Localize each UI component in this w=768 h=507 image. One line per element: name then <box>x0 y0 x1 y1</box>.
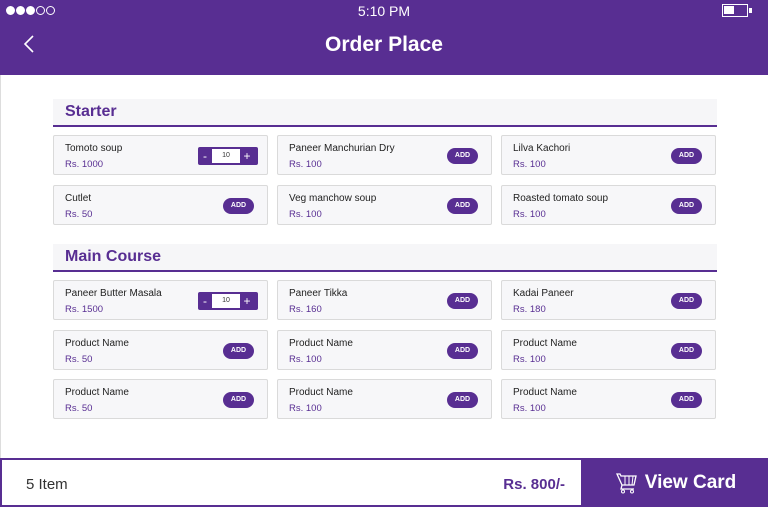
increment-button[interactable]: + <box>240 147 254 165</box>
item-price: Rs. 180 <box>513 304 546 315</box>
add-button[interactable]: ADD <box>447 343 478 359</box>
item-price: Rs. 100 <box>513 159 546 170</box>
item-name: Kadai Paneer <box>513 288 574 299</box>
menu-item-card: Veg manchow soup Rs. 100 ADD <box>277 185 492 225</box>
item-price: Rs. 100 <box>513 209 546 220</box>
menu-item-card: Tomoto soupRs. 1000-+ <box>53 135 268 175</box>
add-button[interactable]: ADD <box>447 392 478 408</box>
item-name: Lilva Kachori <box>513 143 571 154</box>
item-price: Rs. 160 <box>289 304 322 315</box>
menu-content: Starter Main Course Tomoto soup Rs. 1000 -… <box>0 75 768 458</box>
app-header: 5:10 PM Order Place <box>0 0 768 75</box>
item-price: Rs. 100 <box>289 209 322 220</box>
menu-item-card: Paneer Tikka Rs. 160 ADD <box>277 280 492 320</box>
item-name: Cutlet <box>65 193 92 204</box>
item-name: Roasted tomato soup <box>513 193 609 204</box>
item-name: Product Name <box>513 338 577 349</box>
add-button[interactable]: ADD <box>223 343 254 359</box>
item-price: Rs. 50 <box>65 209 93 220</box>
item-price: Rs. 100 <box>513 403 546 414</box>
item-name: Veg manchow soup <box>289 193 377 204</box>
section-main-course: Main Course <box>53 244 717 272</box>
menu-item-card: Product Name Rs. 50 ADD <box>53 379 268 419</box>
cart-icon <box>615 472 637 493</box>
section-title: Starter <box>53 99 717 127</box>
view-card-button[interactable]: View Card <box>583 458 768 507</box>
item-price: Rs. 50 <box>65 403 93 414</box>
section-title: Main Course <box>53 244 717 272</box>
status-bar: 5:10 PM <box>0 0 768 22</box>
add-button[interactable]: ADD <box>671 392 702 408</box>
add-button[interactable]: ADD <box>447 293 478 309</box>
menu-item-card: Cutlet Rs. 50 ADD <box>53 185 268 225</box>
quantity-input[interactable] <box>212 294 240 308</box>
add-button[interactable]: ADD <box>223 198 254 214</box>
quantity-stepper: -+ <box>198 292 258 310</box>
item-name: Paneer Tikka <box>289 288 348 299</box>
battery-icon <box>722 4 752 17</box>
item-price: Rs. 100 <box>289 403 322 414</box>
quantity-stepper: -+ <box>198 147 258 165</box>
decrement-button[interactable]: - <box>198 292 212 310</box>
add-button[interactable]: ADD <box>671 293 702 309</box>
item-name: Tomoto soup <box>65 143 123 154</box>
cart-total: Rs. 800/- <box>503 476 565 493</box>
view-card-label: View Card <box>644 471 737 493</box>
page-title: Order Place <box>325 33 443 56</box>
menu-item-card: Product Name Rs. 100 ADD <box>277 330 492 370</box>
item-name: Product Name <box>65 338 129 349</box>
status-time: 5:10 PM <box>357 3 411 19</box>
decrement-button[interactable]: - <box>198 147 212 165</box>
menu-item-card: Product Name Rs. 50 ADD <box>53 330 268 370</box>
add-button[interactable]: ADD <box>671 343 702 359</box>
item-price: Rs. 100 <box>513 354 546 365</box>
item-name: Paneer Manchurian Dry <box>289 143 395 154</box>
item-name: Product Name <box>289 338 353 349</box>
item-price: Rs. 100 <box>289 159 322 170</box>
item-price: Rs. 1500 <box>65 304 104 315</box>
item-price: Rs. 1000 <box>65 159 104 170</box>
quantity-input[interactable] <box>212 149 240 163</box>
add-button[interactable]: ADD <box>447 148 478 164</box>
menu-item-card: Lilva Kachori Rs. 100 ADD <box>501 135 716 175</box>
cart-summary: 5 Item Rs. 800/- <box>0 458 583 507</box>
menu-item-card: Kadai Paneer Rs. 180 ADD <box>501 280 716 320</box>
add-button[interactable]: ADD <box>671 148 702 164</box>
item-count: 5 Item <box>26 476 68 493</box>
cart-footer: 5 Item Rs. 800/- View Card <box>0 458 768 507</box>
menu-item-card: Product Name Rs. 100 ADD <box>501 379 716 419</box>
menu-item-card: Roasted tomato soup Rs. 100 ADD <box>501 185 716 225</box>
menu-item-card: Product Name Rs. 100 ADD <box>277 379 492 419</box>
item-name: Paneer Butter Masala <box>65 288 162 299</box>
add-button[interactable]: ADD <box>671 198 702 214</box>
section-starter: Starter <box>53 99 717 127</box>
menu-item-card: Paneer Manchurian Dry Rs. 100 ADD <box>277 135 492 175</box>
item-name: Product Name <box>289 387 353 398</box>
item-name: Product Name <box>513 387 577 398</box>
add-button[interactable]: ADD <box>223 392 254 408</box>
item-price: Rs. 100 <box>289 354 322 365</box>
menu-item-card: Product Name Rs. 100 ADD <box>501 330 716 370</box>
increment-button[interactable]: + <box>240 292 254 310</box>
item-name: Product Name <box>65 387 129 398</box>
menu-item-card: Paneer Butter MasalaRs. 1500-+ <box>53 280 268 320</box>
add-button[interactable]: ADD <box>447 198 478 214</box>
item-price: Rs. 50 <box>65 354 93 365</box>
